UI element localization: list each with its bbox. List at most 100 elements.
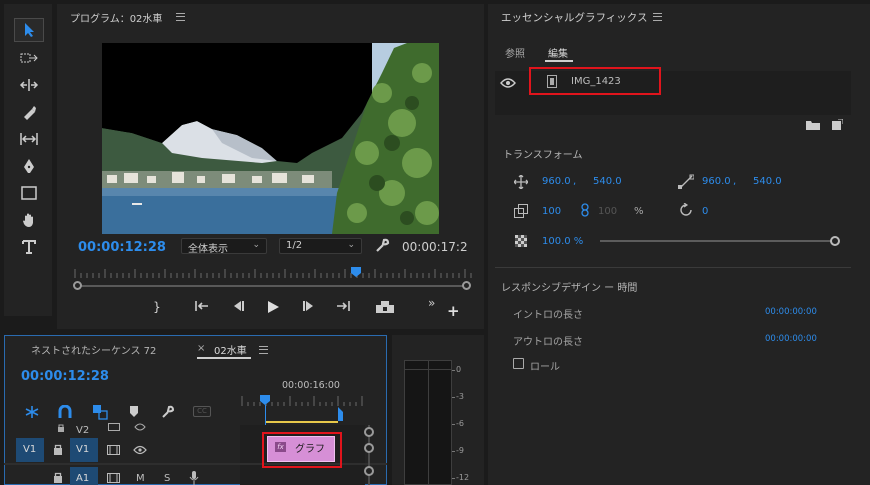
track-v1-eye-icon[interactable] [133, 445, 147, 458]
intro-length-value[interactable]: 00:00:00:00 [765, 307, 817, 317]
roll-checkbox[interactable] [513, 358, 524, 369]
go-to-in-icon[interactable] [192, 300, 212, 315]
zoom-handle-left[interactable] [73, 281, 82, 290]
ripple-edit-tool-icon[interactable] [14, 73, 44, 97]
pen-tool-icon[interactable] [14, 154, 44, 178]
zoom-level-select[interactable]: 全体表示 ⌄ [181, 238, 267, 255]
program-current-timecode[interactable]: 00:00:12:28 [78, 240, 166, 255]
position-y-value[interactable]: 540.0 [593, 176, 622, 187]
track-v2-film-icon[interactable] [108, 421, 120, 434]
intro-length-label: イントロの長さ [513, 310, 583, 321]
anchor-x-value[interactable]: 960.0 [702, 176, 731, 187]
opacity-value[interactable]: 100.0 % [542, 236, 583, 247]
visibility-eye-icon[interactable] [500, 78, 516, 91]
rectangle-tool-icon[interactable] [14, 181, 44, 205]
playback-resolution-select[interactable]: 1/2 ⌄ [279, 238, 362, 254]
timeline-vscroll[interactable] [363, 425, 375, 485]
step-forward-icon[interactable] [299, 300, 319, 315]
tab-edit[interactable]: 編集 [548, 45, 568, 60]
hand-tool-icon[interactable] [14, 208, 44, 232]
scale-linked-value: 100 [598, 206, 618, 217]
export-frame-icon[interactable] [374, 300, 396, 317]
outro-length-value[interactable]: 00:00:00:00 [765, 334, 817, 344]
tab-close-button[interactable]: × [197, 343, 205, 354]
tab-edit-underline [545, 60, 573, 62]
track-a1-solo-button[interactable]: S [164, 473, 170, 484]
program-monitor-title: プログラム：02水車 [70, 14, 163, 25]
vscroll-handle-bot[interactable] [364, 466, 374, 476]
razor-tool-icon[interactable] [14, 100, 44, 124]
resolution-value: 1/2 [286, 240, 303, 251]
program-scrub-ruler[interactable] [72, 266, 472, 280]
track-v2-lock-icon[interactable] [57, 422, 65, 435]
out-point-marker[interactable] [338, 407, 344, 424]
new-folder-icon[interactable] [806, 120, 820, 133]
layer-highlight-box [529, 67, 661, 95]
linked-selection-icon[interactable] [92, 404, 108, 423]
magnet-icon[interactable] [58, 404, 72, 422]
anchor-y-value[interactable]: 540.0 [753, 176, 782, 187]
meter-tick [452, 424, 455, 425]
track-v2-eye-icon[interactable] [134, 421, 146, 434]
meter-tick-label: -9 [456, 446, 464, 455]
transform-heading: トランスフォーム [503, 150, 583, 161]
track-a1-label: A1 [76, 473, 90, 484]
go-to-out-icon[interactable] [333, 300, 353, 315]
section-divider [495, 267, 851, 268]
audio-meter-bar [404, 360, 452, 485]
slip-tool-icon[interactable] [14, 127, 44, 151]
track-a1-sync-icon[interactable] [107, 473, 120, 485]
position-x-value[interactable]: 960.0 [542, 176, 571, 187]
vscroll-handle-top[interactable] [364, 427, 374, 437]
program-menu-icon[interactable] [176, 13, 185, 21]
tab-02-sequence[interactable]: 02水車 [214, 342, 247, 357]
meter-tick-label: 0 [456, 365, 462, 374]
rotation-value[interactable]: 0 [702, 206, 708, 217]
timeline-settings-wrench-icon[interactable] [161, 405, 175, 422]
opacity-slider[interactable] [600, 236, 840, 246]
selection-tool-icon[interactable] [14, 18, 44, 42]
meter-tick-label: -6 [456, 419, 464, 428]
settings-wrench-icon[interactable] [375, 238, 390, 256]
timeline-menu-icon[interactable] [259, 346, 268, 354]
new-layer-icon[interactable] [832, 118, 844, 133]
track-select-tool-icon[interactable] [14, 46, 44, 70]
more-controls-button[interactable]: » [428, 296, 435, 310]
playhead-marker[interactable] [350, 266, 362, 281]
type-tool-icon[interactable] [14, 235, 44, 259]
anchor-separator: , [733, 176, 737, 187]
track-v2-label: V2 [76, 425, 90, 436]
track-a1-lock-icon[interactable] [53, 472, 63, 485]
zoom-scrollbar[interactable] [73, 281, 471, 290]
track-v1-film-icon[interactable] [107, 445, 120, 458]
opacity-checker-icon [515, 235, 527, 250]
source-v1-label: V1 [23, 444, 37, 455]
essential-menu-icon[interactable] [653, 13, 662, 21]
chevron-down-icon: ⌄ [347, 240, 355, 250]
scale-percent-label: % [634, 206, 644, 217]
step-back-icon[interactable] [228, 300, 248, 315]
meter-tick [452, 451, 455, 452]
scale-value[interactable]: 100 [542, 206, 561, 217]
track-v1-lock-icon[interactable] [53, 444, 63, 458]
timeline-timecode[interactable]: 00:00:12:28 [21, 369, 109, 384]
vscroll-handle-mid[interactable] [364, 443, 374, 453]
add-button-icon[interactable]: + [447, 302, 460, 320]
zoom-handle-right[interactable] [462, 281, 471, 290]
program-end-timecode: 00:00:17:2 [402, 240, 468, 254]
mark-out-button[interactable]: } [147, 300, 167, 314]
meter-tick [452, 397, 455, 398]
tab-browse[interactable]: 参照 [505, 45, 525, 60]
tab-nested-sequence[interactable]: ネストされたシーケンス 72 [31, 342, 156, 357]
microphone-icon[interactable] [189, 471, 199, 485]
track-a1-mute-button[interactable]: M [136, 473, 145, 484]
anchor-point-icon [678, 174, 695, 193]
play-icon[interactable] [263, 300, 283, 317]
opacity-slider-handle[interactable] [830, 236, 840, 246]
captions-icon[interactable]: CC [193, 406, 211, 417]
work-area-bar[interactable] [266, 421, 338, 423]
link-chain-icon[interactable] [581, 203, 589, 220]
add-marker-icon[interactable] [129, 405, 139, 422]
snap-tool-icon[interactable] [24, 405, 40, 422]
meter-tick [452, 478, 455, 479]
